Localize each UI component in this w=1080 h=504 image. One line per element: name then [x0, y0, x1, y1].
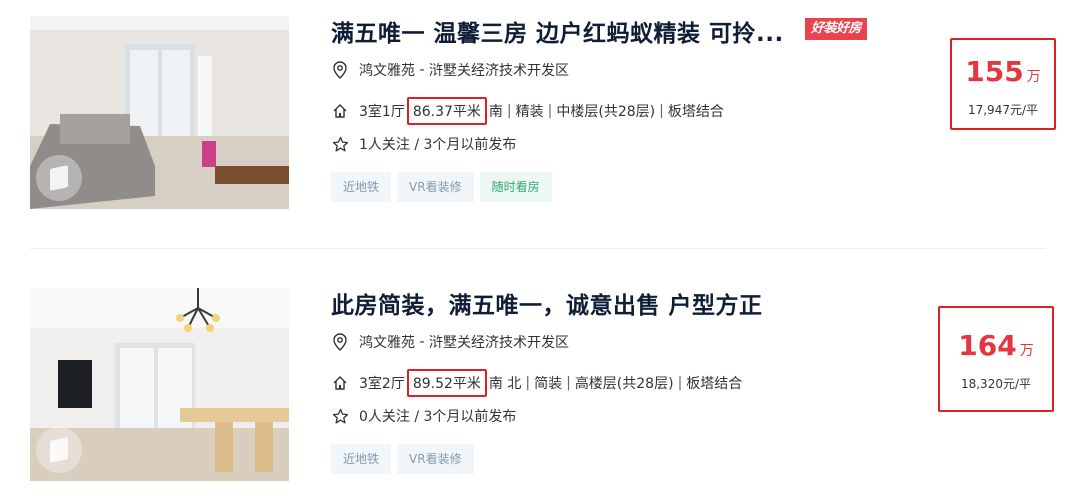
price-unit: 万 — [1019, 343, 1034, 359]
separator: | — [547, 103, 553, 119]
location-separator: - — [415, 62, 429, 78]
house-icon — [331, 102, 349, 120]
tag-list: 近地铁 VR看装修 随时看房 — [331, 172, 552, 202]
house-orientation: 南 北 — [488, 376, 522, 392]
separator: | — [566, 375, 571, 391]
listing-photo[interactable] — [30, 288, 289, 481]
separator: | — [525, 375, 531, 391]
separator: | — [659, 103, 664, 119]
tag-subway: 近地铁 — [331, 172, 392, 202]
listing-card: 满五唯一 温馨三房 边户红蚂蚁精装 可拎... 好装好房 鸿文雅苑 - 浒墅关经… — [0, 0, 1080, 230]
house-info-row: 3室2厅 89.52平米 南 北 | 简装 | 高楼层(共28层) | 板塔结合 — [331, 369, 742, 397]
price-unit: 万 — [1026, 69, 1041, 85]
community-link[interactable]: 鸿文雅苑 — [359, 332, 415, 352]
house-floor: 中楼层(共28层) — [556, 104, 656, 120]
house-floor: 高楼层(共28层) — [574, 376, 674, 392]
location-pin-icon — [331, 61, 349, 79]
house-orientation: 南 — [488, 104, 503, 120]
star-icon[interactable] — [331, 407, 349, 425]
listing-divider — [30, 248, 1046, 249]
total-price: 155 万 — [952, 56, 1054, 93]
house-structure: 板塔结合 — [686, 376, 743, 392]
area-highlight: 89.52平米 — [406, 369, 487, 397]
total-price: 164 万 — [940, 330, 1052, 367]
location-pin-icon — [331, 333, 349, 351]
total-price-value: 155 — [965, 55, 1024, 88]
community-link[interactable]: 鸿文雅苑 — [359, 60, 415, 80]
tag-vr: VR看装修 — [397, 172, 474, 202]
tag-anytime-viewing: 随时看房 — [479, 172, 552, 202]
area-highlight: 86.37平米 — [406, 97, 487, 125]
tag-vr: VR看装修 — [397, 444, 474, 474]
tag-subway: 近地铁 — [331, 444, 392, 474]
total-price-value: 164 — [958, 329, 1017, 362]
follow-row: 0人关注 / 3个月以前发布 — [331, 406, 516, 426]
location-row: 鸿文雅苑 - 浒墅关经济技术开发区 — [331, 60, 569, 80]
quality-badge: 好装好房 — [805, 18, 868, 40]
price-box: 155 万 17,947元/平 — [950, 38, 1056, 130]
vr-cube-icon[interactable] — [36, 155, 82, 201]
house-decoration: 简装 — [534, 376, 563, 392]
vr-cube-icon[interactable] — [36, 427, 82, 473]
house-structure: 板塔结合 — [667, 104, 724, 120]
tag-list: 近地铁 VR看装修 — [331, 444, 474, 474]
house-icon — [331, 374, 349, 392]
house-layout: 3室1厅 — [359, 104, 405, 120]
house-layout: 3室2厅 — [359, 376, 405, 392]
listing-card: 此房简装，满五唯一，诚意出售 户型方正 鸿文雅苑 - 浒墅关经济技术开发区 3室… — [0, 272, 1080, 502]
price-box: 164 万 18,320元/平 — [938, 306, 1054, 412]
separator: | — [506, 103, 512, 119]
house-info-row: 3室1厅 86.37平米 南 | 精装 | 中楼层(共28层) | 板塔结合 — [331, 97, 724, 125]
location-row: 鸿文雅苑 - 浒墅关经济技术开发区 — [331, 332, 569, 352]
follow-info: 0人关注 / 3个月以前发布 — [359, 409, 517, 425]
unit-price: 17,947元/平 — [967, 103, 1039, 117]
follow-info: 1人关注 / 3个月以前发布 — [359, 137, 517, 153]
district-link[interactable]: 浒墅关经济技术开发区 — [429, 60, 569, 80]
listing-photo[interactable] — [30, 16, 289, 209]
follow-row: 1人关注 / 3个月以前发布 — [331, 134, 516, 154]
listing-title[interactable]: 满五唯一 温馨三房 边户红蚂蚁精装 可拎... — [331, 14, 784, 48]
location-separator: - — [415, 334, 429, 350]
unit-price: 18,320元/平 — [960, 377, 1032, 391]
star-icon[interactable] — [331, 135, 349, 153]
separator: | — [677, 375, 683, 391]
house-decoration: 精装 — [515, 104, 544, 120]
listing-title[interactable]: 此房简装，满五唯一，诚意出售 户型方正 — [331, 286, 763, 320]
district-link[interactable]: 浒墅关经济技术开发区 — [429, 332, 569, 352]
